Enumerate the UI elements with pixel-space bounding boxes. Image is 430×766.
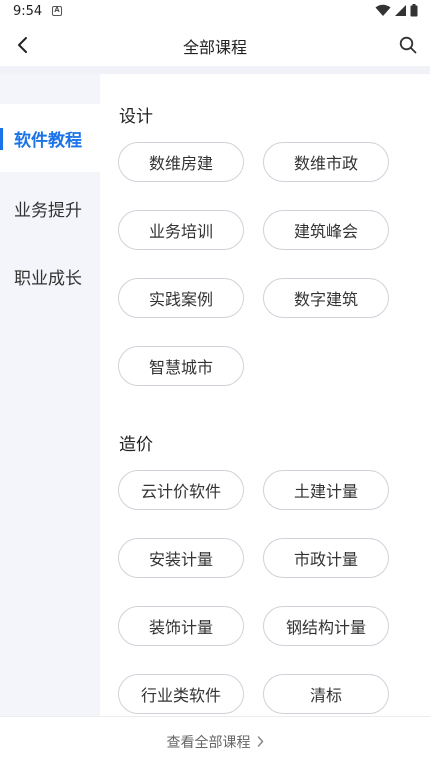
search-icon [399,36,417,54]
course-chip[interactable]: 业务培训 [118,210,244,250]
course-list[interactable]: 设计 数维房建 数维市政 业务培训 建筑峰会 实践案例 数字建筑 智慧城市 造价… [100,74,430,716]
wifi-icon [375,4,391,16]
category-sidebar: 软件教程 业务提升 职业成长 [0,74,100,716]
view-all-courses-button[interactable]: 查看全部课程 [0,716,430,766]
course-chip[interactable]: 数字建筑 [263,278,389,318]
course-chip[interactable]: 实践案例 [118,278,244,318]
course-chip[interactable]: 清标 [263,674,389,714]
signal-icon [395,5,406,16]
status-time: 9:54 [13,4,43,19]
page-title: 全部课程 [182,38,247,57]
sidebar-item-label: 软件教程 [14,130,82,151]
sidebar-item-software-tutorials[interactable]: 软件教程 [0,104,100,172]
view-all-label: 查看全部课程 [166,734,251,751]
nav-bar: 全部课程 [0,24,430,66]
status-bar: 9:54 A [0,0,430,24]
course-chip[interactable]: 云计价软件 [118,470,244,510]
battery-icon [410,4,418,17]
course-chip[interactable]: 土建计量 [263,470,389,510]
course-chip[interactable]: 钢结构计量 [263,606,389,646]
course-chip[interactable]: 数维市政 [263,142,389,182]
status-icons [375,4,418,17]
notification-icon: A [52,6,62,16]
course-chip[interactable]: 行业类软件 [118,674,244,714]
section-title: 造价 [119,435,153,455]
course-chip[interactable]: 智慧城市 [118,346,244,386]
sidebar-item-label: 业务提升 [14,200,82,221]
section-title: 设计 [119,107,153,127]
chevron-right-icon [257,736,264,747]
course-chip[interactable]: 装饰计量 [118,606,244,646]
search-button[interactable] [396,32,420,58]
sidebar-item-career-growth[interactable]: 职业成长 [0,242,100,310]
course-chip[interactable]: 建筑峰会 [263,210,389,250]
header-divider [0,66,430,74]
course-chip[interactable]: 市政计量 [263,538,389,578]
course-chip[interactable]: 数维房建 [118,142,244,182]
course-chip[interactable]: 安装计量 [118,538,244,578]
sidebar-item-label: 职业成长 [14,268,82,289]
sidebar-item-business-improvement[interactable]: 业务提升 [0,174,100,242]
